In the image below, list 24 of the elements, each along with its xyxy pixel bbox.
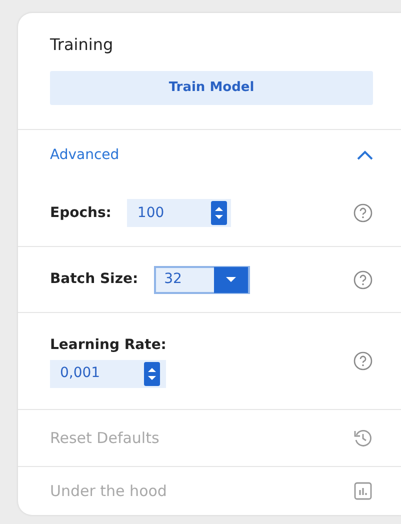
field-label: Learning Rate: bbox=[50, 336, 166, 354]
number-field[interactable]: 0,001 bbox=[50, 360, 166, 388]
panel-title: Training bbox=[50, 34, 114, 56]
train-model-button[interactable]: Train Model bbox=[50, 71, 373, 104]
field-value: 32 bbox=[163, 270, 183, 289]
history-icon[interactable] bbox=[353, 428, 373, 448]
chevron-icon[interactable] bbox=[357, 150, 373, 160]
help-icon[interactable] bbox=[353, 351, 373, 371]
spinner-button[interactable] bbox=[211, 201, 228, 225]
field-value: 100 bbox=[136, 204, 166, 222]
caret-down-icon bbox=[225, 276, 238, 284]
bar-chart-icon[interactable] bbox=[353, 481, 373, 501]
field-label: Epochs: bbox=[50, 204, 112, 222]
help-icon[interactable] bbox=[353, 203, 373, 223]
up-down-arrows-icon bbox=[214, 205, 224, 221]
spinner-button[interactable] bbox=[144, 362, 160, 386]
field-value: 0,001 bbox=[59, 364, 102, 383]
dropdown-field[interactable]: 32 bbox=[154, 266, 250, 294]
dropdown-button[interactable] bbox=[214, 266, 248, 292]
field-label: Batch Size: bbox=[50, 270, 138, 289]
number-field[interactable]: 100 bbox=[127, 199, 232, 227]
help-icon[interactable] bbox=[353, 270, 373, 290]
advanced-toggle[interactable]: Advanced bbox=[50, 144, 120, 166]
up-down-arrows-icon bbox=[147, 366, 157, 382]
